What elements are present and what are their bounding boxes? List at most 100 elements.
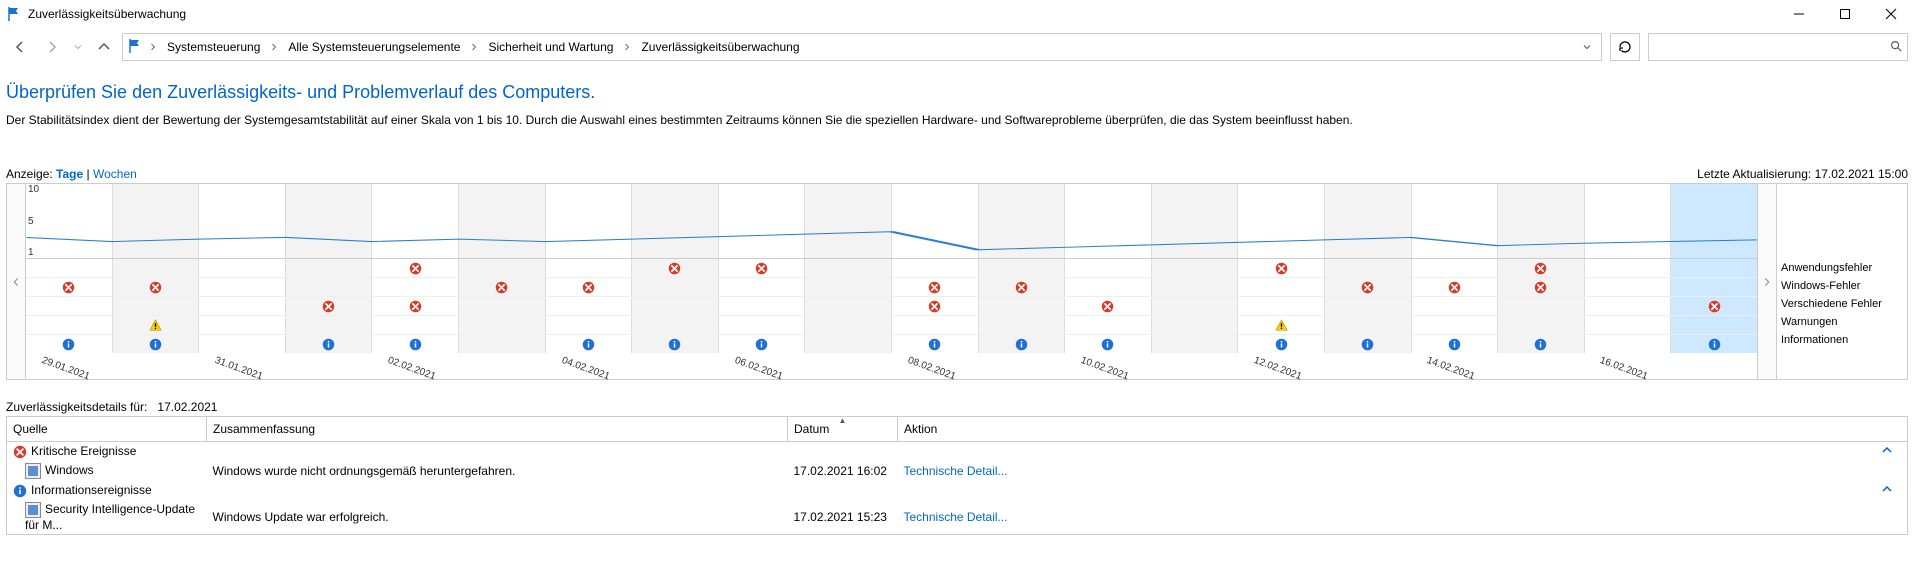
event-cell[interactable] <box>113 316 200 334</box>
event-cell[interactable] <box>1065 335 1152 353</box>
up-button[interactable] <box>90 33 118 61</box>
event-cell[interactable] <box>805 278 892 296</box>
event-cell[interactable] <box>1238 297 1325 315</box>
event-cell[interactable] <box>459 297 546 315</box>
collapse-chevron-icon[interactable] <box>1881 444 1901 459</box>
event-cell[interactable] <box>805 335 892 353</box>
event-cell[interactable] <box>199 335 286 353</box>
back-button[interactable] <box>6 33 34 61</box>
event-cell[interactable] <box>1498 316 1585 334</box>
event-cell[interactable] <box>632 278 719 296</box>
col-action[interactable]: Aktion <box>898 417 1908 442</box>
event-cell[interactable] <box>1498 297 1585 315</box>
event-cell[interactable] <box>26 259 113 277</box>
collapse-chevron-icon[interactable] <box>1881 483 1901 498</box>
search-box[interactable] <box>1648 33 1908 61</box>
event-cell[interactable] <box>372 335 459 353</box>
technical-details-link[interactable]: Technische Detail... <box>904 510 1008 524</box>
event-cell[interactable] <box>113 297 200 315</box>
event-cell[interactable] <box>1585 278 1672 296</box>
event-cell[interactable] <box>1412 335 1499 353</box>
event-cell[interactable] <box>546 278 633 296</box>
search-input[interactable] <box>1653 39 1889 55</box>
event-cell[interactable] <box>372 259 459 277</box>
event-cell[interactable] <box>805 316 892 334</box>
event-cell[interactable] <box>1238 259 1325 277</box>
breadcrumb-dropdown[interactable] <box>1577 35 1597 59</box>
breadcrumb-item[interactable]: Alle Systemsteuerungselemente <box>282 35 466 59</box>
event-cell[interactable] <box>199 297 286 315</box>
event-cell[interactable] <box>979 316 1066 334</box>
event-cell[interactable] <box>892 335 979 353</box>
event-cell[interactable] <box>1065 297 1152 315</box>
event-cell[interactable] <box>113 278 200 296</box>
event-cell[interactable] <box>1498 335 1585 353</box>
event-cell[interactable] <box>459 316 546 334</box>
event-cell[interactable] <box>1671 259 1757 277</box>
table-row[interactable]: WindowsWindows wurde nicht ordnungsgemäß… <box>7 461 1908 481</box>
event-cell[interactable] <box>719 316 806 334</box>
event-cell[interactable] <box>459 278 546 296</box>
event-cell[interactable] <box>1585 335 1672 353</box>
event-cell[interactable] <box>372 297 459 315</box>
event-cell[interactable] <box>1671 316 1757 334</box>
event-cell[interactable] <box>1412 297 1499 315</box>
event-cell[interactable] <box>892 278 979 296</box>
close-button[interactable] <box>1868 0 1914 28</box>
event-cell[interactable] <box>1671 297 1757 315</box>
event-cell[interactable] <box>632 297 719 315</box>
event-cell[interactable] <box>1325 278 1412 296</box>
event-cell[interactable] <box>892 259 979 277</box>
event-cell[interactable] <box>459 259 546 277</box>
event-cell[interactable] <box>892 316 979 334</box>
event-cell[interactable] <box>632 259 719 277</box>
scroll-left-button[interactable] <box>6 183 26 380</box>
event-cell[interactable] <box>1325 316 1412 334</box>
event-cell[interactable] <box>26 335 113 353</box>
event-cell[interactable] <box>979 278 1066 296</box>
event-cell[interactable] <box>199 316 286 334</box>
event-cell[interactable] <box>372 278 459 296</box>
col-summary[interactable]: Zusammenfassung <box>207 417 788 442</box>
event-cell[interactable] <box>1498 259 1585 277</box>
event-cell[interactable] <box>892 297 979 315</box>
event-cell[interactable] <box>546 259 633 277</box>
maximize-button[interactable] <box>1822 0 1868 28</box>
refresh-button[interactable] <box>1610 33 1640 61</box>
table-row[interactable]: Security Intelligence-Update für M...Win… <box>7 500 1908 535</box>
event-cell[interactable] <box>286 316 373 334</box>
event-cell[interactable] <box>1585 297 1672 315</box>
search-icon[interactable] <box>1889 39 1903 56</box>
event-cell[interactable] <box>1412 259 1499 277</box>
event-cell[interactable] <box>1325 297 1412 315</box>
event-cell[interactable] <box>632 335 719 353</box>
event-cell[interactable] <box>199 259 286 277</box>
event-cell[interactable] <box>632 316 719 334</box>
breadcrumb[interactable]: Systemsteuerung Alle Systemsteuerungsele… <box>122 33 1602 61</box>
event-cell[interactable] <box>1065 259 1152 277</box>
chevron-right-icon[interactable] <box>466 35 482 59</box>
event-cell[interactable] <box>286 297 373 315</box>
event-cell[interactable] <box>979 259 1066 277</box>
event-cell[interactable] <box>286 278 373 296</box>
event-cell[interactable] <box>1412 316 1499 334</box>
event-cell[interactable] <box>1498 278 1585 296</box>
event-cell[interactable] <box>1065 278 1152 296</box>
technical-details-link[interactable]: Technische Detail... <box>904 464 1008 478</box>
event-cell[interactable] <box>546 297 633 315</box>
event-cell[interactable] <box>1671 278 1757 296</box>
event-cell[interactable] <box>719 297 806 315</box>
event-cell[interactable] <box>113 335 200 353</box>
event-cell[interactable] <box>286 259 373 277</box>
event-cell[interactable] <box>1152 278 1239 296</box>
event-cell[interactable] <box>286 335 373 353</box>
chevron-right-icon[interactable] <box>145 35 161 59</box>
event-cell[interactable] <box>1671 335 1757 353</box>
event-cell[interactable] <box>719 259 806 277</box>
view-days-link[interactable]: Tage <box>56 167 83 181</box>
event-cell[interactable] <box>1325 335 1412 353</box>
event-cell[interactable] <box>1238 278 1325 296</box>
minimize-button[interactable] <box>1776 0 1822 28</box>
event-cell[interactable] <box>1152 316 1239 334</box>
chevron-right-icon[interactable] <box>619 35 635 59</box>
